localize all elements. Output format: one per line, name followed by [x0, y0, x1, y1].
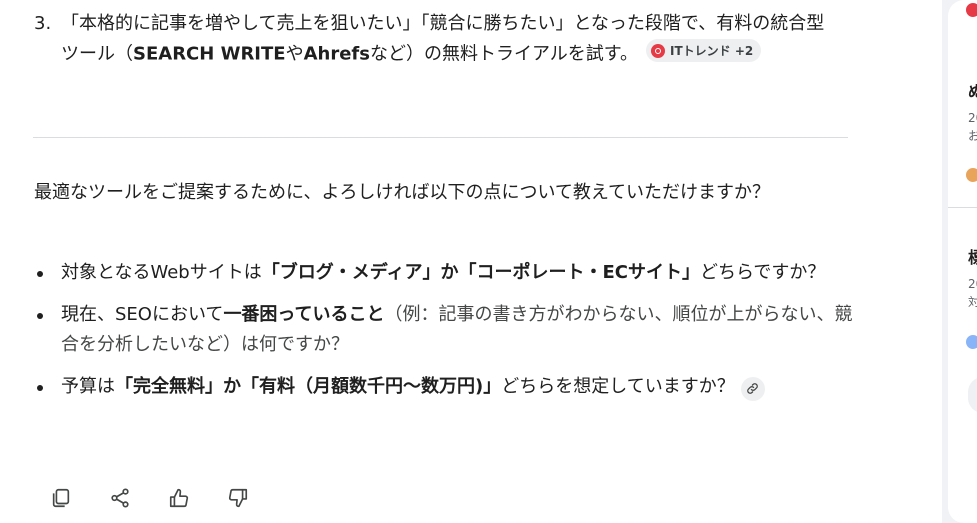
sidebar-text-fragment: 対 — [968, 295, 977, 309]
sidebar-text-fragment: 20 — [968, 277, 977, 291]
sidebar-title-fragment: 標 — [968, 248, 977, 267]
bold-segment: Ahrefs — [303, 43, 370, 65]
question-list: 対象となるWebサイトは「ブログ・メディア」か「コーポレート・ECサイト」どちら… — [34, 258, 854, 414]
sidebar-divider — [948, 207, 977, 208]
list-number: 3. — [34, 13, 52, 34]
source-logo-icon — [966, 335, 977, 349]
thumbs-up-button[interactable] — [165, 484, 193, 512]
source-logo-icon — [966, 168, 977, 182]
text-segment: どちらですか？ — [699, 262, 826, 283]
bold-segment: 一番困っていること — [223, 304, 385, 325]
source-logo-icon — [650, 43, 665, 58]
link-icon — [747, 383, 758, 394]
thumbs-down-button[interactable] — [224, 484, 252, 512]
text-segment: や — [285, 43, 304, 65]
bold-segment: SEARCH WRITE — [133, 43, 286, 65]
text-segment: 予算は — [61, 376, 115, 397]
response-area: 3. 「本格的に記事を増やして売上を狙いたい」「競合に勝ちたい」となった段階で、… — [0, 0, 940, 523]
text-segment: 対象となるWebサイトは — [61, 262, 262, 283]
share-button[interactable] — [106, 484, 134, 512]
link-chip[interactable] — [740, 376, 765, 401]
text-segment: どちらを想定していますか？ — [501, 376, 735, 397]
thumbs-up-icon — [169, 488, 189, 508]
sidebar-title-fragment: ぬ — [968, 82, 977, 101]
sources-panel[interactable]: ぬ 20 お 標 20 対 — [948, 0, 977, 523]
list-item: 対象となるWebサイトは「ブログ・メディア」か「コーポレート・ECサイト」どちら… — [34, 258, 854, 288]
copy-button[interactable] — [47, 484, 75, 512]
text-segment: 現在、SEOにおいて — [61, 304, 224, 325]
source-logo-icon — [966, 3, 977, 17]
bold-segment: 「ブログ・メディア」か「コーポレート・ECサイト」 — [261, 262, 700, 283]
thumbs-down-icon — [228, 488, 248, 508]
list-item: 予算は「完全無料」か「有料（月額数千円〜数万円)」どちらを想定していますか？ — [34, 372, 854, 402]
divider — [33, 137, 848, 138]
bold-segment: 「完全無料」か「有料（月額数千円〜数万円)」 — [115, 376, 502, 397]
sidebar-text-fragment: お — [968, 129, 977, 143]
response-actions — [47, 484, 252, 512]
source-chip-label: ITトレンド +2 — [669, 43, 754, 58]
copy-icon — [52, 488, 70, 508]
numbered-list-item: 3. 「本格的に記事を増やして売上を狙いたい」「競合に勝ちたい」となった段階で、… — [34, 9, 834, 70]
sidebar-text-fragment: 20 — [968, 111, 977, 125]
list-item-text: 「本格的に記事を増やして売上を狙いたい」「競合に勝ちたい」となった段階で、有料の… — [61, 9, 834, 70]
sidebar-button[interactable] — [968, 377, 977, 413]
share-icon — [111, 488, 129, 508]
text-segment: など）の無料トライアルを試す。 — [369, 43, 638, 65]
list-item: 現在、SEOにおいて一番困っていること（例：記事の書き方がわからない、順位が上が… — [34, 300, 854, 360]
intro-paragraph: 最適なツールをご提案するために、よろしければ以下の点について教えていただけますか… — [34, 182, 771, 203]
source-chip[interactable]: ITトレンド +2 — [645, 39, 762, 62]
